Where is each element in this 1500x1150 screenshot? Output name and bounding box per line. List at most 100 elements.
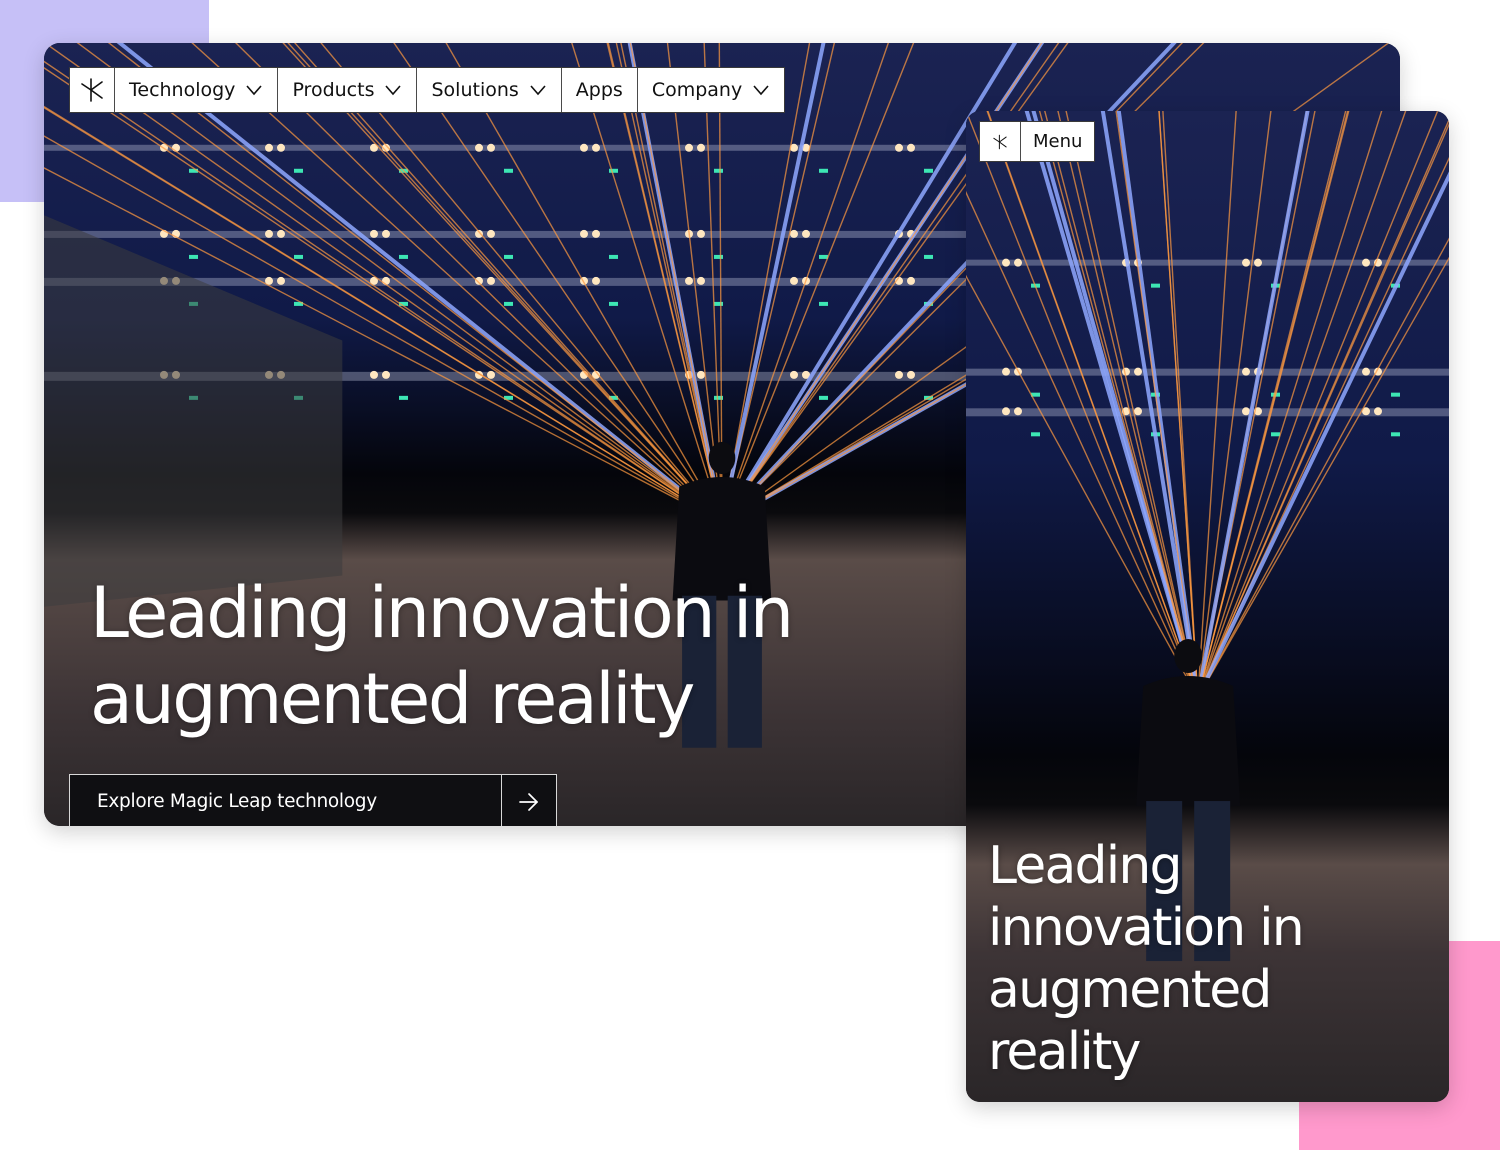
ceiling-light: [907, 143, 915, 152]
nav-item-apps[interactable]: Apps: [560, 68, 637, 112]
ceiling-light: [907, 370, 915, 379]
ceiling-light: [1362, 258, 1370, 267]
green-marker-light: [189, 254, 198, 259]
ceiling-light: [487, 229, 495, 238]
ceiling-light: [697, 143, 705, 152]
green-marker-light: [504, 254, 513, 259]
headline-line: Leading innovation in: [90, 572, 794, 654]
green-marker-light: [819, 168, 828, 173]
headline-line: reality: [988, 1022, 1141, 1082]
ceiling-light: [1002, 407, 1010, 416]
headline-line: augmented reality: [90, 658, 695, 740]
nav-item-solutions[interactable]: Solutions: [416, 68, 560, 112]
nav-label: Company: [651, 79, 743, 101]
ceiling-light: [592, 229, 600, 238]
ceiling-light: [685, 276, 693, 285]
ceiling-light: [475, 143, 483, 152]
ceiling-light: [382, 229, 390, 238]
green-marker-light: [714, 301, 723, 306]
green-marker-light: [294, 254, 303, 259]
nav-label: Technology: [129, 79, 236, 101]
hero-headline: Leading innovation in augmented reality: [988, 835, 1428, 1083]
ceiling-light: [1242, 367, 1250, 376]
green-marker-light: [609, 254, 618, 259]
ceiling-light: [907, 276, 915, 285]
cta-arrow-button[interactable]: [501, 775, 556, 826]
ceiling-light: [895, 370, 903, 379]
green-marker-light: [1391, 432, 1400, 437]
ceiling-light: [790, 276, 798, 285]
green-marker-light: [504, 168, 513, 173]
ceiling-light: [370, 370, 378, 379]
logo-button[interactable]: [70, 68, 114, 112]
nav-label: Apps: [575, 79, 623, 101]
menu-label: Menu: [1033, 131, 1083, 152]
ceiling-light: [1014, 258, 1022, 267]
ceiling-light: [265, 143, 273, 152]
headline-line: innovation in: [988, 898, 1305, 958]
cta-label: Explore Magic Leap technology: [97, 791, 377, 812]
ceiling-light: [1014, 407, 1022, 416]
nav-item-products[interactable]: Products: [277, 68, 416, 112]
ceiling-light: [487, 143, 495, 152]
ceiling-light: [697, 370, 705, 379]
ceiling-light: [1362, 367, 1370, 376]
ceiling-light: [277, 143, 285, 152]
magic-leap-asterisk-icon: [81, 78, 103, 102]
arrow-right-icon: [519, 792, 538, 811]
ceiling-light: [487, 370, 495, 379]
logo-button[interactable]: [980, 122, 1020, 161]
ceiling-light: [895, 143, 903, 152]
ceiling-light: [1242, 407, 1250, 416]
ceiling-light: [1374, 407, 1382, 416]
ceiling-light: [277, 229, 285, 238]
ceiling-light: [802, 229, 810, 238]
green-marker-light: [399, 395, 408, 400]
magic-leap-asterisk-icon: [993, 134, 1007, 149]
green-marker-light: [924, 254, 933, 259]
ceiling-light: [382, 370, 390, 379]
green-marker-light: [609, 301, 618, 306]
ceiling-light: [790, 370, 798, 379]
nav-item-company[interactable]: Company: [636, 68, 784, 112]
ceiling-light: [277, 276, 285, 285]
chevron-down-icon: [246, 85, 263, 96]
ceiling-light: [685, 143, 693, 152]
green-marker-light: [609, 168, 618, 173]
ceiling-light: [697, 276, 705, 285]
ceiling-light: [487, 276, 495, 285]
mobile-screenshot: Menu Leading innovation in augmented rea…: [966, 111, 1449, 1102]
ceiling-light: [580, 143, 588, 152]
green-marker-light: [819, 254, 828, 259]
green-marker-light: [399, 254, 408, 259]
ceiling-light: [370, 229, 378, 238]
ceiling-light: [697, 229, 705, 238]
ceiling-light: [1002, 367, 1010, 376]
ceiling-light: [1242, 258, 1250, 267]
ceiling-light: [1134, 367, 1142, 376]
green-marker-light: [504, 301, 513, 306]
green-marker-light: [1151, 283, 1160, 288]
explore-technology-button[interactable]: Explore Magic Leap technology: [69, 774, 557, 826]
menu-button[interactable]: Menu: [1020, 122, 1094, 161]
nav-label: Products: [292, 79, 375, 101]
green-marker-light: [294, 168, 303, 173]
green-marker-light: [819, 301, 828, 306]
nav-item-technology[interactable]: Technology: [114, 68, 277, 112]
green-marker-light: [714, 168, 723, 173]
ceiling-light: [265, 229, 273, 238]
ceiling-light: [790, 229, 798, 238]
green-marker-light: [1031, 432, 1040, 437]
nav-label: Solutions: [431, 79, 519, 101]
chevron-down-icon: [753, 85, 769, 96]
green-marker-light: [1271, 432, 1280, 437]
chevron-down-icon: [530, 85, 546, 96]
green-marker-light: [1391, 392, 1400, 397]
desktop-navbar: Technology Products Solutions Apps Compa…: [69, 67, 786, 113]
ceiling-light: [1122, 367, 1130, 376]
hero-headline: Leading innovation in augmented reality: [90, 570, 910, 742]
green-marker-light: [819, 395, 828, 400]
ceiling-light: [1002, 258, 1010, 267]
green-marker-light: [714, 254, 723, 259]
ceiling-light: [592, 143, 600, 152]
